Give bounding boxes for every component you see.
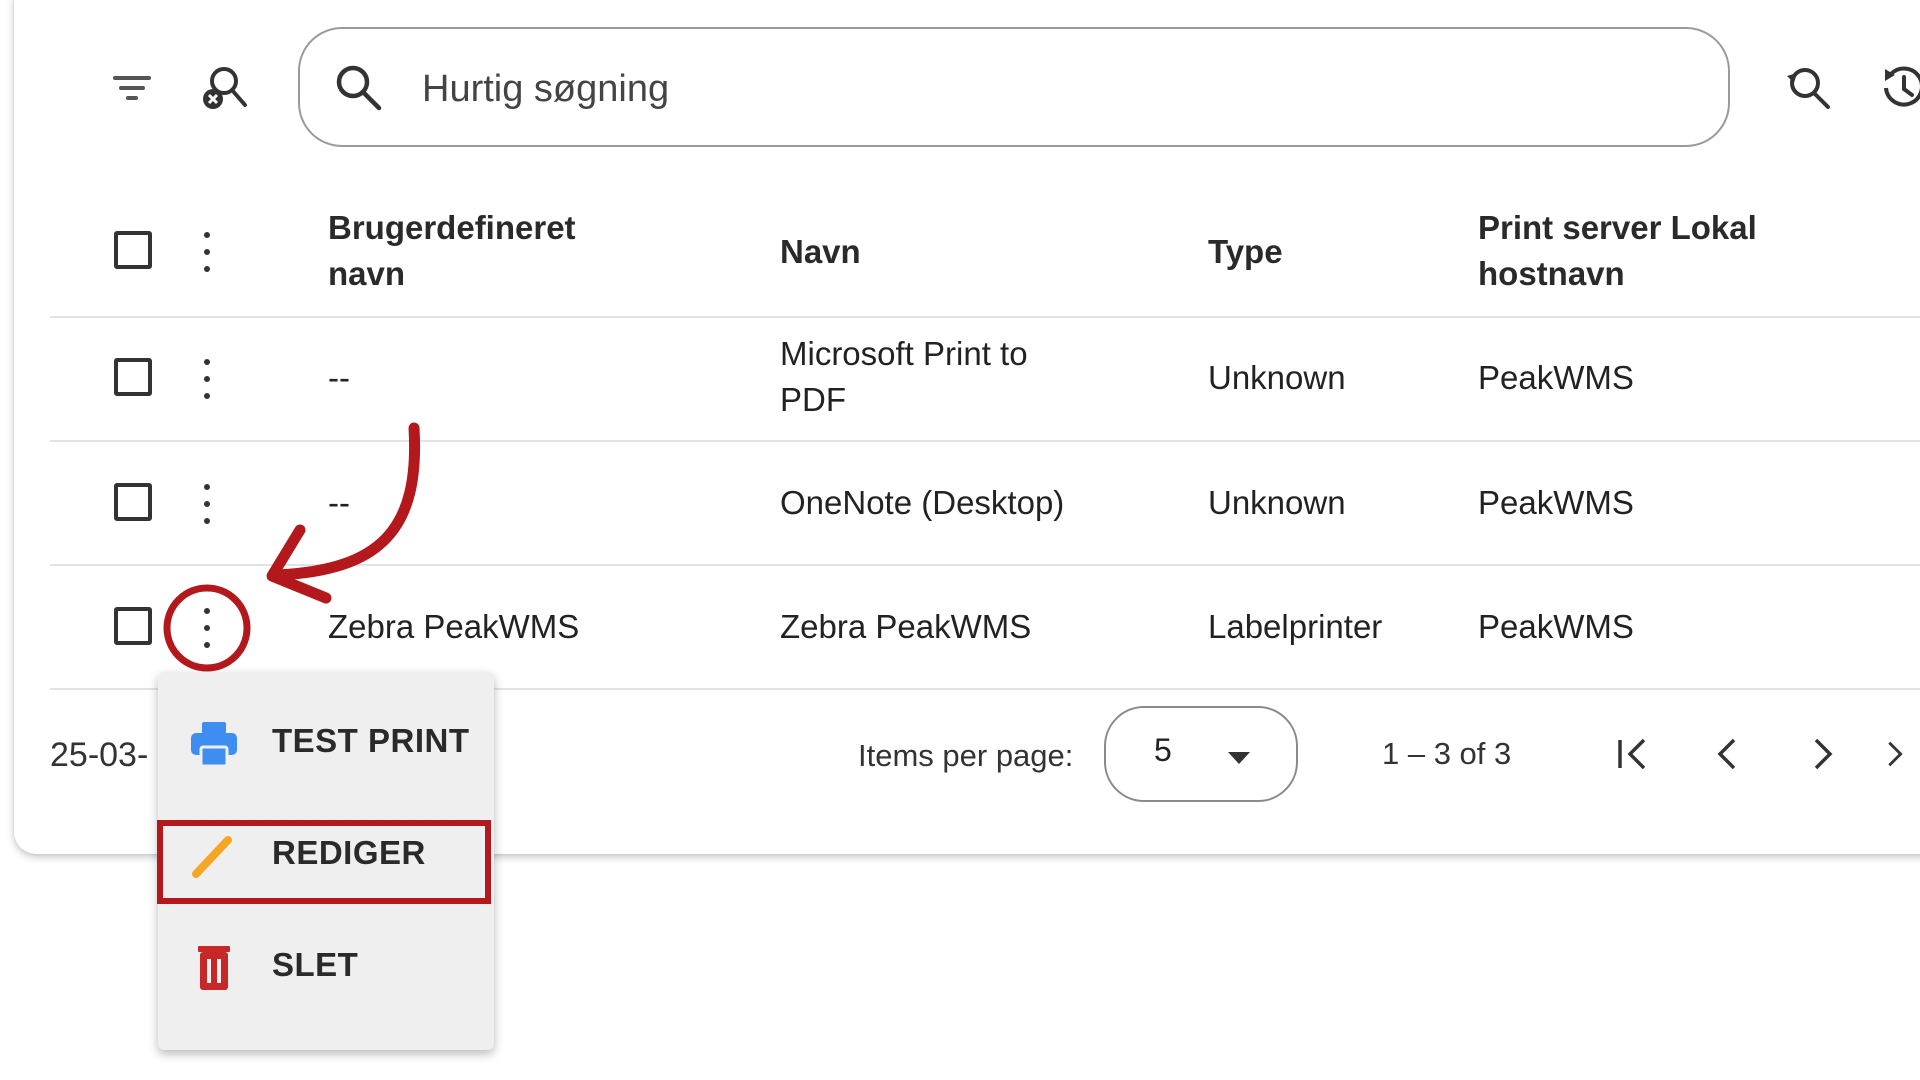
search-input[interactable] xyxy=(420,53,1624,125)
next-page-icon[interactable] xyxy=(1796,728,1848,780)
header-actions-menu-icon[interactable] xyxy=(195,226,219,278)
footer-date: 25-03- xyxy=(50,736,149,774)
cell-hostname: PeakWMS xyxy=(1478,608,1634,645)
history-button[interactable] xyxy=(1872,56,1920,120)
filter-icon xyxy=(113,76,151,100)
previous-page-icon[interactable] xyxy=(1702,728,1754,780)
items-per-page-value: 5 xyxy=(1154,732,1172,768)
row-divider xyxy=(50,440,1920,442)
menu-item-slet[interactable]: SLET xyxy=(158,916,494,1016)
cell-name: Microsoft Print to PDF xyxy=(780,335,1028,418)
items-per-page-select[interactable]: 5 xyxy=(1104,706,1298,802)
history-icon xyxy=(1884,66,1920,107)
items-per-page-label: Items per page: xyxy=(858,738,1074,773)
chevron-down-icon xyxy=(1228,752,1250,764)
row-actions-menu-icon[interactable] xyxy=(195,602,219,654)
column-header-type[interactable]: Type xyxy=(1208,229,1283,275)
menu-item-test-print[interactable]: TEST PRINT xyxy=(158,692,494,792)
cell-custom-name: -- xyxy=(328,484,350,521)
header-divider xyxy=(50,316,1920,318)
row-checkbox[interactable] xyxy=(114,483,152,521)
filter-button[interactable] xyxy=(100,56,164,120)
pagination-range: 1 – 3 of 3 xyxy=(1382,736,1512,771)
cell-custom-name: -- xyxy=(328,359,350,396)
row-actions-menu-icon[interactable] xyxy=(195,478,219,530)
cell-custom-name: Zebra PeakWMS xyxy=(328,608,580,645)
trash-icon xyxy=(198,946,230,990)
cell-type: Unknown xyxy=(1208,359,1346,396)
row-checkbox[interactable] xyxy=(114,607,152,645)
quick-search-box[interactable] xyxy=(298,27,1730,147)
clear-search-button[interactable] xyxy=(193,56,257,120)
search-refresh-button[interactable] xyxy=(1776,56,1840,120)
cell-type: Unknown xyxy=(1208,484,1346,521)
search-refresh-icon xyxy=(1787,68,1830,109)
column-header-hostname[interactable]: Print server Lokal hostnavn xyxy=(1478,205,1798,297)
printer-icon xyxy=(191,722,237,768)
row-actions-menu-icon[interactable] xyxy=(195,353,219,405)
menu-item-label: SLET xyxy=(272,946,359,983)
row-checkbox[interactable] xyxy=(114,358,152,396)
row-divider xyxy=(50,564,1920,566)
select-all-checkbox[interactable] xyxy=(114,231,152,269)
cell-name: Zebra PeakWMS xyxy=(780,608,1032,645)
cell-hostname: PeakWMS xyxy=(1478,359,1634,396)
last-page-icon[interactable] xyxy=(1878,728,1920,780)
search-clear-icon xyxy=(203,67,247,109)
cell-hostname: PeakWMS xyxy=(1478,484,1634,521)
highlight-rediger-box xyxy=(157,820,491,904)
column-header-name[interactable]: Navn xyxy=(780,229,861,275)
menu-item-label: TEST PRINT xyxy=(272,722,470,759)
first-page-icon[interactable] xyxy=(1608,728,1660,780)
column-header-custom-name[interactable]: Brugerdefineret navn xyxy=(328,205,628,297)
cell-type: Labelprinter xyxy=(1208,608,1383,645)
cell-name: OneNote (Desktop) xyxy=(780,484,1065,521)
search-icon xyxy=(336,65,382,111)
